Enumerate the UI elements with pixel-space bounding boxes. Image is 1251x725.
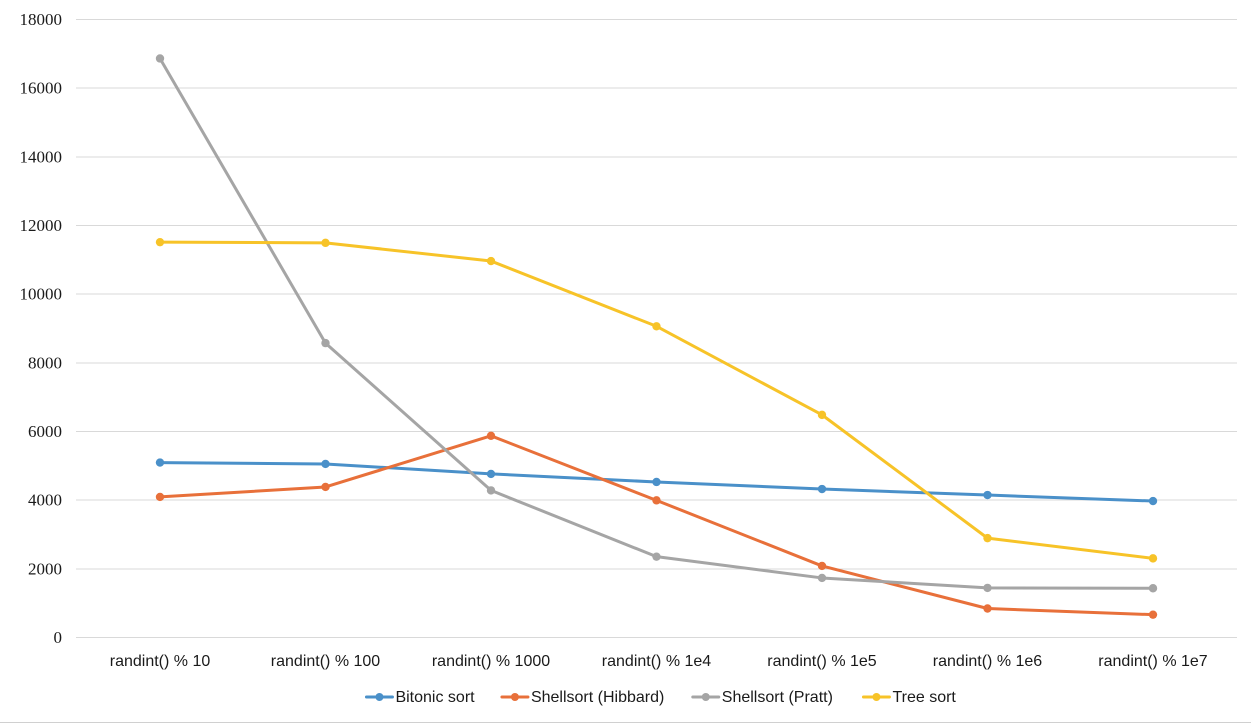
y-tick-label: 14000 (20, 147, 63, 166)
data-point-marker (1148, 554, 1158, 563)
series-4 (155, 237, 1158, 563)
y-tick-label: 4000 (28, 491, 62, 510)
x-axis-tick-labels: randint() % 10 randint() % 100 randint() %… (110, 653, 1208, 670)
legend-item-2[interactable]: Shellsort (Hibbard) (500, 689, 664, 706)
legend-swatch-marker (510, 693, 519, 701)
legend-label: Shellsort (Hibbard) (531, 689, 664, 706)
data-point-marker (817, 410, 827, 420)
data-point-marker (983, 533, 992, 543)
data-point-marker (486, 431, 496, 441)
data-point-marker (155, 54, 165, 63)
data-point-marker (321, 238, 330, 248)
data-point-marker (155, 237, 165, 247)
data-point-marker (321, 459, 330, 469)
data-point-marker (652, 552, 661, 561)
legend-swatch-marker (872, 693, 881, 701)
series-path (158, 240, 1155, 560)
data-point-marker (1148, 496, 1158, 506)
data-point-marker (486, 256, 496, 266)
y-axis-tick-labels: 0 2000 4000 6000 8000 10000 12000 14000 16000 180… (20, 10, 63, 647)
legend-item-4[interactable]: Tree sort (861, 689, 956, 706)
x-tick-label: randint() % 1e6 (933, 653, 1042, 670)
data-point-marker (983, 583, 992, 593)
data-point-marker (817, 484, 827, 494)
data-point-marker (155, 492, 165, 502)
y-tick-label: 12000 (20, 216, 63, 235)
x-tick-label: randint() % 1000 (432, 653, 550, 670)
y-tick-label: 0 (54, 628, 63, 647)
legend-swatch-marker (701, 693, 710, 701)
y-tick-label: 10000 (20, 285, 63, 304)
legend-label: Bitonic sort (395, 689, 475, 706)
data-point-marker (817, 573, 827, 583)
x-tick-label: randint() % 1e7 (1098, 653, 1207, 670)
data-point-marker (1148, 610, 1158, 619)
legend-item-1[interactable]: Bitonic sort (364, 689, 475, 706)
chart-canvas: 0 2000 4000 6000 8000 10000 12000 14000 16000 180… (0, 10, 1251, 723)
data-point-marker (321, 338, 330, 348)
data-point-marker (652, 477, 661, 487)
data-point-marker (321, 482, 330, 492)
legend-label: Tree sort (892, 689, 956, 706)
series-lines (155, 54, 1158, 619)
line-chart: 0 2000 4000 6000 8000 10000 12000 14000 16000 180… (0, 0, 1251, 725)
y-tick-label: 18000 (20, 10, 63, 29)
y-tick-label: 2000 (28, 559, 62, 578)
y-tick-label: 16000 (20, 79, 63, 98)
legend-swatch-marker (375, 693, 384, 701)
series-2 (155, 431, 1158, 619)
data-point-marker (486, 486, 496, 495)
x-tick-label: randint() % 10 (110, 653, 211, 670)
data-point-marker (155, 458, 165, 467)
data-point-marker (652, 322, 661, 331)
y-tick-label: 8000 (28, 353, 62, 372)
legend-item-3[interactable]: Shellsort (Pratt) (691, 689, 833, 706)
x-tick-label: randint() % 100 (271, 653, 380, 670)
x-tick-label: randint() % 1e4 (602, 653, 711, 670)
legend-label: Shellsort (Pratt) (722, 689, 833, 706)
y-tick-label: 6000 (28, 422, 62, 441)
data-point-marker (817, 561, 827, 571)
data-point-marker (983, 490, 992, 500)
data-point-marker (486, 469, 496, 479)
x-tick-label: randint() % 1e5 (767, 653, 876, 670)
chart-legend[interactable]: Bitonic sort Shellsort (Hibbard) Shellsort… (364, 689, 956, 706)
data-point-marker (1148, 584, 1158, 593)
data-point-marker (652, 496, 661, 505)
data-point-marker (983, 604, 992, 613)
